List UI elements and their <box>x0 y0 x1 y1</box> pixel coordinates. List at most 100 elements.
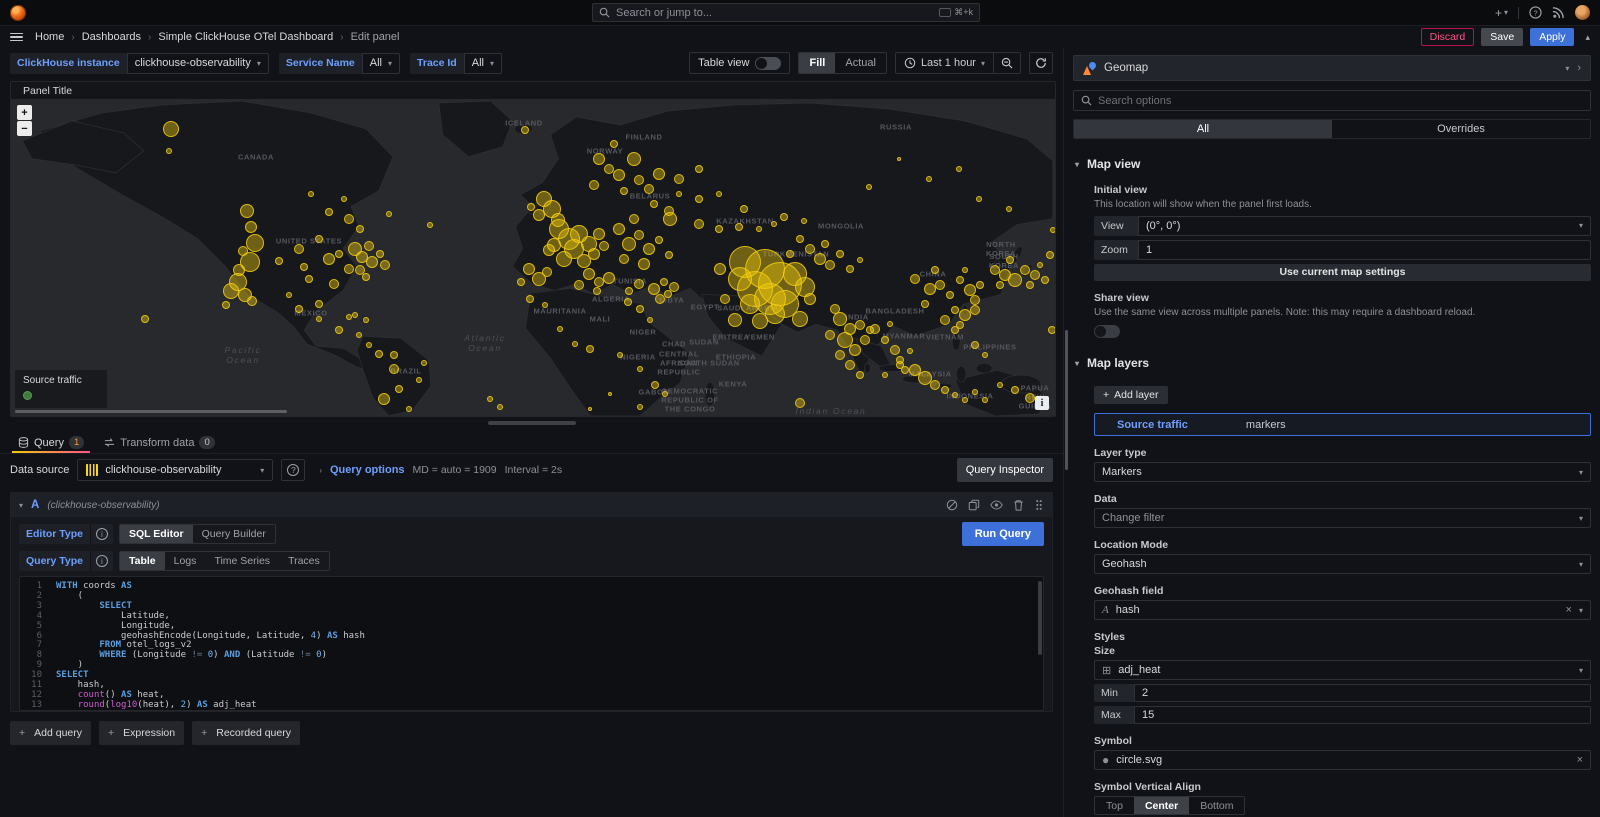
collapse-options-icon[interactable]: ▴ <box>1585 32 1590 43</box>
map-zoom-out-button[interactable]: − <box>17 121 32 136</box>
time-range-picker[interactable]: Last 1 hour ▾ <box>896 57 993 69</box>
layer-card-source-traffic[interactable]: Source traffic markers <box>1094 413 1591 436</box>
actual-option[interactable]: Actual <box>835 53 886 73</box>
zoom-input[interactable] <box>1138 240 1591 260</box>
map-zoom-in-button[interactable]: + <box>17 105 32 120</box>
save-button[interactable]: Save <box>1481 28 1523 46</box>
clear-icon[interactable]: × <box>1566 604 1572 616</box>
query-card-header[interactable]: ▾ A (clickhouse-observability) <box>11 493 1052 517</box>
hide-response-icon[interactable] <box>990 499 1003 511</box>
size-field-select[interactable]: ⊞ adj_heat ▾ <box>1094 660 1591 680</box>
map-marker <box>951 326 959 334</box>
apply-button[interactable]: Apply <box>1530 28 1574 46</box>
add-new-button[interactable]: +▾ <box>1495 6 1508 20</box>
map-marker <box>786 250 794 258</box>
valign-center[interactable]: Center <box>1134 797 1189 814</box>
refresh-button[interactable] <box>1029 52 1053 74</box>
table-view-toggle[interactable] <box>755 57 781 70</box>
discard-button[interactable]: Discard <box>1421 28 1475 46</box>
interval-text: Interval = 2s <box>505 464 563 476</box>
grafana-logo-icon[interactable] <box>10 5 26 21</box>
menu-icon[interactable] <box>10 33 23 42</box>
tab-overrides[interactable]: Overrides <box>1332 120 1590 138</box>
map-marker <box>588 248 600 260</box>
query-type-timeseries[interactable]: Time Series <box>205 552 279 570</box>
chevron-down-icon[interactable]: ▾ <box>1565 64 1569 73</box>
resize-drag-handle[interactable] <box>488 421 576 425</box>
add-query-button[interactable]: +Add query <box>10 721 91 745</box>
section-map-layers-header[interactable]: ▾ Map layers <box>1073 356 1591 370</box>
add-recorded-query-button[interactable]: +Recorded query <box>192 721 300 745</box>
max-input[interactable] <box>1134 706 1591 724</box>
geomap-canvas[interactable]: CANADAUNITED STATESMEXICOBRAZILICELANDNO… <box>11 99 1055 416</box>
query-type-table[interactable]: Table <box>120 552 165 570</box>
collapse-pane-icon[interactable]: › <box>1577 62 1581 74</box>
search-input[interactable] <box>616 7 933 19</box>
fill-option[interactable]: Fill <box>799 53 835 73</box>
collapse-query-icon[interactable]: ▾ <box>19 501 23 510</box>
delete-query-icon[interactable] <box>1013 499 1024 511</box>
layer-type-select[interactable]: Markers ▾ <box>1094 462 1591 482</box>
clear-icon[interactable]: × <box>1577 754 1583 766</box>
min-input[interactable] <box>1134 684 1591 702</box>
tab-all-options[interactable]: All <box>1074 120 1332 138</box>
breadcrumb-dashboards[interactable]: Dashboards <box>82 31 141 43</box>
add-expression-button[interactable]: +Expression <box>99 721 184 745</box>
geohash-field-select[interactable]: A hash × ▾ <box>1094 600 1591 620</box>
add-layer-button[interactable]: +Add layer <box>1094 386 1168 404</box>
data-select[interactable]: Change filter ▾ <box>1094 508 1591 528</box>
variable-value-dropdown[interactable]: clickhouse-observability ▾ <box>127 53 269 74</box>
breadcrumb-dashboard-name[interactable]: Simple ClickHouse OTel Dashboard <box>158 31 333 43</box>
map-marker <box>572 341 578 347</box>
options-scrollbar[interactable] <box>1065 330 1068 470</box>
options-search[interactable] <box>1073 90 1591 111</box>
map-marker <box>930 380 940 390</box>
datasource-picker[interactable]: clickhouse-observability ▾ <box>77 459 273 481</box>
visualization-picker[interactable]: Geomap ▾ › <box>1073 55 1591 81</box>
map-marker <box>976 196 982 202</box>
breadcrumb-home[interactable]: Home <box>35 31 64 43</box>
news-icon[interactable] <box>1552 6 1565 19</box>
code-scrollbar[interactable] <box>1038 581 1042 655</box>
symbol-select[interactable]: ● circle.svg × <box>1094 750 1591 770</box>
valign-bottom[interactable]: Bottom <box>1189 797 1244 814</box>
map-marker <box>1008 273 1022 287</box>
query-options-toggle[interactable]: Query options <box>330 464 405 476</box>
location-mode-select[interactable]: Geohash ▾ <box>1094 554 1591 574</box>
view-select[interactable]: (0°, 0°) ▾ <box>1138 216 1591 236</box>
options-search-input[interactable] <box>1098 95 1583 107</box>
zoom-out-time-button[interactable] <box>993 53 1020 73</box>
tab-transform-data[interactable]: Transform data 0 <box>96 429 222 453</box>
variable-value-dropdown[interactable]: All ▾ <box>464 53 502 74</box>
valign-top[interactable]: Top <box>1095 797 1134 814</box>
table-view-control: Table view <box>689 52 790 74</box>
variable-value-dropdown[interactable]: All ▾ <box>362 53 400 74</box>
datasource-help-button[interactable]: ? <box>281 459 305 481</box>
query-type-logs[interactable]: Logs <box>165 552 206 570</box>
disable-query-icon[interactable] <box>946 499 958 511</box>
share-view-toggle[interactable] <box>1094 325 1120 338</box>
run-query-button[interactable]: Run Query <box>962 522 1044 546</box>
map-marker <box>1026 281 1034 289</box>
map-attribution-info-button[interactable]: i <box>1035 396 1049 410</box>
global-search[interactable]: ⌘+k <box>592 3 980 22</box>
sql-code-editor[interactable]: 1WITH coords AS2 (3 SELECT4 Latitude,5 L… <box>19 576 1044 711</box>
query-editor-card: ▾ A (clickhouse-observability) <box>10 492 1053 712</box>
sql-editor-option[interactable]: SQL Editor <box>120 525 193 543</box>
map-marker <box>247 296 257 306</box>
help-icon[interactable]: ? <box>1529 6 1542 19</box>
duplicate-query-icon[interactable] <box>968 499 980 511</box>
query-builder-option[interactable]: Query Builder <box>193 525 275 543</box>
user-avatar[interactable] <box>1575 5 1590 20</box>
query-inspector-button[interactable]: Query Inspector <box>957 458 1053 482</box>
section-map-view-header[interactable]: ▾ Map view <box>1073 157 1591 171</box>
drag-query-icon[interactable] <box>1034 499 1044 511</box>
chevron-down-icon: ▾ <box>1075 160 1079 169</box>
query-type-traces[interactable]: Traces <box>279 552 329 570</box>
legend-scrollbar[interactable] <box>15 410 287 413</box>
panel-header[interactable]: Panel Title <box>11 82 1055 99</box>
tab-query[interactable]: Query 1 <box>10 429 92 453</box>
use-current-map-settings-button[interactable]: Use current map settings <box>1094 264 1591 281</box>
refresh-icon <box>1035 57 1047 69</box>
map-marker <box>389 364 399 374</box>
